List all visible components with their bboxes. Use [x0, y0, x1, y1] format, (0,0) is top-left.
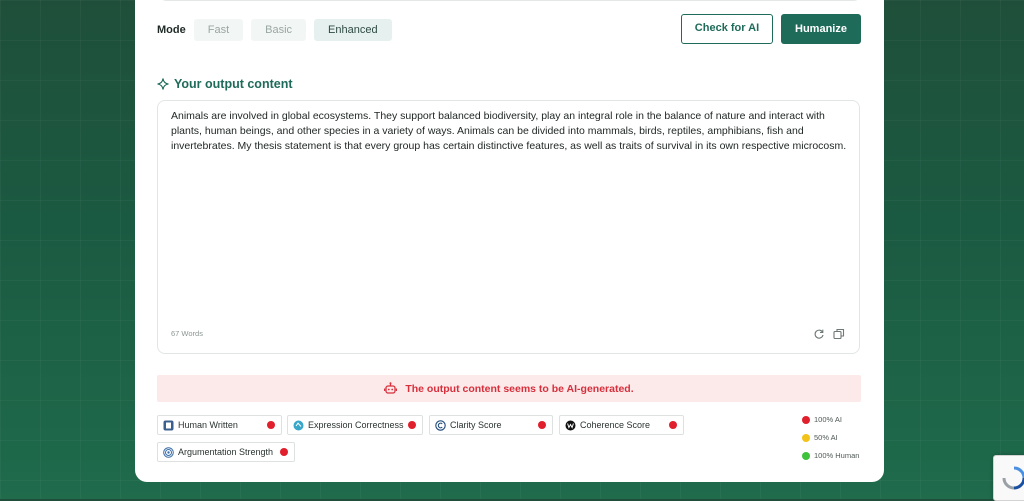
clarity-icon — [435, 419, 446, 431]
mode-selector: Mode Fast Basic Enhanced — [157, 18, 400, 42]
argumentation-icon — [163, 446, 174, 458]
recaptcha-badge[interactable] — [993, 455, 1024, 501]
metric-label: Coherence Score — [580, 420, 651, 430]
status-dot — [538, 421, 546, 429]
legend-dot-yellow — [802, 433, 810, 442]
legend-label: 50% AI — [814, 433, 838, 442]
expression-icon — [293, 420, 304, 430]
status-dot — [408, 421, 416, 429]
metric-human-written[interactable]: Human Written — [157, 415, 282, 435]
metric-clarity-score[interactable]: Clarity Score — [429, 415, 553, 435]
check-for-ai-button[interactable]: Check for AI — [681, 14, 773, 44]
metric-label: Clarity Score — [450, 420, 502, 430]
humanizer-card: Mode Fast Basic Enhanced Check for AI Hu… — [135, 0, 884, 482]
mode-basic-button[interactable]: Basic — [251, 19, 307, 41]
humanize-button[interactable]: Humanize — [781, 14, 861, 44]
legend-human: 100% Human — [802, 451, 859, 460]
alert-text: The output content seems to be AI-genera… — [405, 382, 634, 395]
status-dot — [267, 421, 275, 429]
status-dot — [669, 421, 677, 429]
sparkle-icon — [157, 78, 169, 90]
legend-label: 100% Human — [814, 451, 860, 460]
human-written-icon — [163, 420, 174, 430]
metric-coherence-score[interactable]: Coherence Score — [559, 415, 684, 435]
copy-icon[interactable] — [833, 328, 845, 340]
legend-ai: 100% AI — [802, 415, 842, 424]
legend-dot-green — [802, 451, 810, 460]
legend-dot-red — [802, 415, 810, 424]
output-textbox[interactable]: Animals are involved in global ecosystem… — [157, 100, 860, 354]
output-text: Animals are involved in global ecosystem… — [171, 110, 847, 152]
mode-fast-button[interactable]: Fast — [193, 19, 244, 41]
refresh-icon[interactable] — [813, 328, 825, 340]
mode-enhanced-button[interactable]: Enhanced — [314, 19, 392, 41]
metric-label: Argumentation Strength — [178, 447, 274, 457]
word-count: 67 Words — [171, 329, 203, 338]
legend-label: 100% AI — [814, 415, 842, 424]
status-dot — [280, 448, 288, 456]
legend-half-ai: 50% AI — [802, 433, 838, 442]
metric-expression-correctness[interactable]: Expression Correctness — [287, 415, 423, 435]
input-box-edge — [157, 0, 863, 1]
output-title-text: Your output content — [174, 77, 293, 91]
mode-label: Mode — [157, 24, 186, 36]
recaptcha-icon — [1002, 466, 1024, 490]
metric-argumentation-strength[interactable]: Argumentation Strength — [157, 442, 295, 462]
robot-icon — [384, 382, 398, 394]
metric-label: Human Written — [178, 420, 238, 430]
coherence-icon — [565, 420, 576, 430]
ai-detected-alert: The output content seems to be AI-genera… — [157, 375, 861, 402]
output-title: Your output content — [157, 76, 293, 92]
metric-label: Expression Correctness — [308, 420, 404, 430]
